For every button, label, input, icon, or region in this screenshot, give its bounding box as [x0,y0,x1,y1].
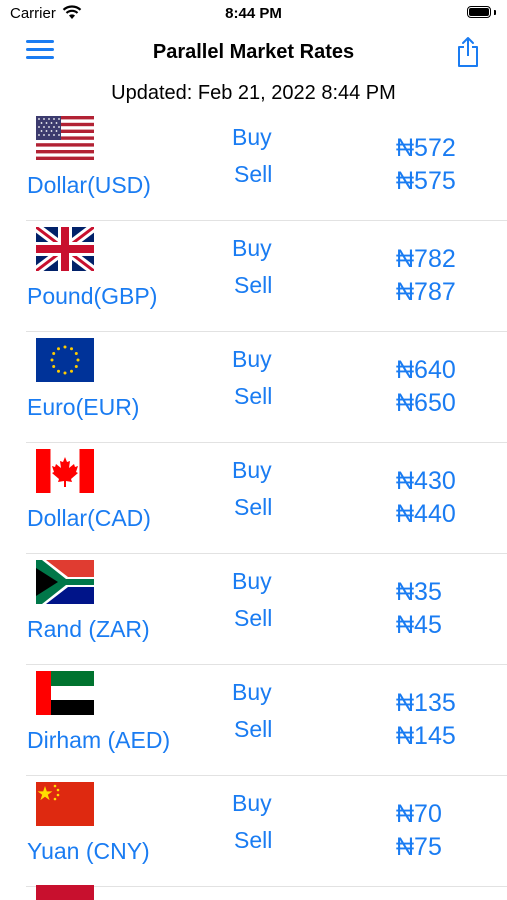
sell-rate: ₦575 [396,167,456,195]
buy-label: Buy [232,124,272,150]
sell-label: Sell [234,272,273,298]
south-africa-flag-icon [36,560,94,604]
rate-row-cad[interactable]: Dollar(CAD) Buy Sell ₦430 ₦440 [26,443,507,554]
sell-rate: ₦45 [396,611,442,639]
currency-name: Euro(EUR) [27,394,140,420]
currency-name: Dollar(CAD) [27,505,151,531]
rate-row-gbp[interactable]: Pound(GBP) Buy Sell ₦782 ₦787 [26,221,507,332]
currency-name: Pound(GBP) [27,283,158,309]
sell-label: Sell [234,161,273,187]
buy-label: Buy [232,457,272,483]
partial-flag-icon [36,885,94,900]
sell-rate: ₦75 [396,833,442,861]
china-flag-icon [36,782,94,826]
sell-rate: ₦650 [396,389,456,417]
uae-flag-icon [36,671,94,715]
currency-name: Dollar(USD) [27,172,151,198]
rates-list[interactable]: Dollar(USD) Buy Sell ₦572 ₦575 Pound(GBP… [0,110,507,887]
buy-rate: ₦572 [396,134,456,162]
status-bar: Carrier 8:44 PM [0,0,507,28]
rate-row-zar[interactable]: Rand (ZAR) Buy Sell ₦35 ₦45 [26,554,507,665]
buy-label: Buy [232,568,272,594]
buy-label: Buy [232,346,272,372]
clock: 8:44 PM [225,5,282,22]
us-flag-icon [36,116,94,160]
sell-rate: ₦787 [396,278,456,306]
buy-label: Buy [232,679,272,705]
sell-label: Sell [234,716,273,742]
sell-rate: ₦145 [396,722,456,750]
navigation-bar: Parallel Market Rates [0,28,507,76]
sell-label: Sell [234,494,273,520]
sell-label: Sell [234,383,273,409]
buy-rate: ₦430 [396,467,456,495]
currency-name: Dirham (AED) [27,727,171,753]
sell-label: Sell [234,605,273,631]
buy-rate: ₦35 [396,578,442,606]
page-title: Parallel Market Rates [152,41,355,63]
rate-row-eur[interactable]: Euro(EUR) Buy Sell ₦640 ₦650 [26,332,507,443]
currency-name: Rand (ZAR) [27,616,150,642]
sell-label: Sell [234,827,273,853]
buy-rate: ₦782 [396,245,456,273]
buy-rate: ₦70 [396,800,442,828]
updated-timestamp: Updated: Feb 21, 2022 8:44 PM [111,82,396,104]
buy-label: Buy [232,235,272,261]
canada-flag-icon [36,449,94,493]
buy-rate: ₦640 [396,356,456,384]
rate-row-usd[interactable]: Dollar(USD) Buy Sell ₦572 ₦575 [26,110,507,221]
currency-name: Yuan (CNY) [27,838,150,864]
sell-rate: ₦440 [396,500,456,528]
buy-rate: ₦135 [396,689,456,717]
rate-row-cny[interactable]: Yuan (CNY) Buy Sell ₦70 ₦75 [26,776,507,887]
eu-flag-icon [36,338,94,382]
uk-flag-icon [36,227,94,271]
buy-label: Buy [232,790,272,816]
battery-icon [467,6,497,20]
rate-row-aed[interactable]: Dirham (AED) Buy Sell ₦135 ₦145 [26,665,507,776]
share-icon[interactable] [455,36,481,68]
